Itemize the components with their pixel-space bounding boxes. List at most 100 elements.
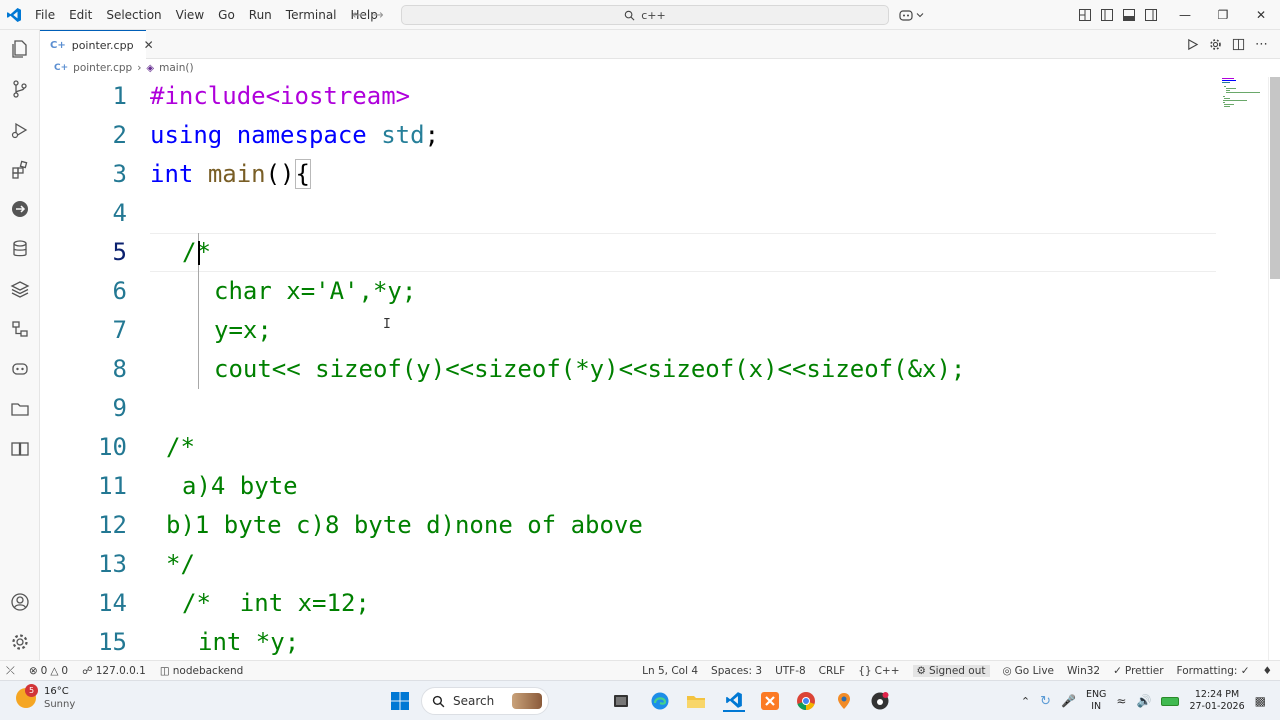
code-line[interactable]: 9 <box>40 389 1268 428</box>
code-line[interactable]: 13 */ <box>40 545 1268 584</box>
chevron-up-icon[interactable]: ⌃ <box>1021 695 1030 708</box>
xampp-icon[interactable] <box>759 690 781 712</box>
menu-terminal[interactable]: Terminal <box>279 0 344 30</box>
accounts-status[interactable]: ⚙ Signed out <box>912 665 990 677</box>
split-editor-icon[interactable] <box>1232 38 1245 51</box>
database-icon[interactable] <box>9 238 31 260</box>
line-number: 14 <box>98 589 127 617</box>
toggle-panel-icon[interactable] <box>1122 8 1136 22</box>
volume-icon[interactable]: 🔊 <box>1136 694 1151 708</box>
encoding[interactable]: UTF-8 <box>775 665 806 677</box>
breadcrumb-file[interactable]: pointer.cpp <box>73 62 132 74</box>
code-line[interactable]: 11 a)4 byte <box>40 467 1268 506</box>
source-control-icon[interactable] <box>9 78 31 100</box>
code-line[interactable]: 4 <box>40 194 1268 233</box>
code-line[interactable]: 15 int *y; <box>40 623 1268 660</box>
task-view-icon[interactable] <box>610 690 632 712</box>
customize-layout-icon[interactable] <box>1078 8 1092 22</box>
menu-run[interactable]: Run <box>242 0 279 30</box>
tab-close-icon[interactable]: ✕ <box>144 38 154 52</box>
vertical-scrollbar-thumb[interactable] <box>1270 77 1280 279</box>
gear-icon[interactable] <box>1209 38 1222 51</box>
weather-widget[interactable]: 5 16°C Sunny <box>16 684 75 711</box>
accounts-icon: ⚙ <box>916 665 926 677</box>
run-debug-icon[interactable] <box>9 119 31 141</box>
settings-gear-icon[interactable] <box>9 631 31 653</box>
github-desktop-icon[interactable] <box>869 690 891 712</box>
wifi-icon[interactable]: ≈ <box>1116 694 1126 708</box>
toggle-primary-sidebar-icon[interactable] <box>1100 8 1114 22</box>
copilot-button[interactable] <box>898 5 924 25</box>
database-connection[interactable]: ◫ nodebackend <box>160 665 243 677</box>
line-number: 11 <box>98 472 127 500</box>
vscode-taskbar-icon[interactable] <box>723 690 745 712</box>
run-code-icon[interactable] <box>1186 38 1199 51</box>
remote-indicator-icon[interactable]: ⤫ <box>6 664 15 678</box>
code-line[interactable]: 8 cout<< sizeof(y)<<sizeof(*y)<<sizeof(x)… <box>40 350 1268 389</box>
prettier-status[interactable]: ✓ Prettier <box>1113 665 1163 677</box>
menu-file[interactable]: File <box>28 0 62 30</box>
microphone-icon[interactable]: 🎤 <box>1061 694 1076 708</box>
menu-selection[interactable]: Selection <box>99 0 168 30</box>
code-line[interactable]: 10 /* <box>40 428 1268 467</box>
restore-icon[interactable]: ❐ <box>1204 8 1242 22</box>
remote-explorer-icon[interactable] <box>9 198 31 220</box>
close-icon[interactable]: ✕ <box>1242 8 1280 22</box>
taskbar-search[interactable]: Search <box>421 687 549 715</box>
code-line[interactable]: 5 /* <box>40 233 1268 272</box>
notifications-bell-icon[interactable]: ♦ <box>1263 665 1272 677</box>
map-pin-app-icon[interactable] <box>833 690 855 712</box>
code-line[interactable]: 1 #include<iostream> <box>40 77 1268 116</box>
menu-edit[interactable]: Edit <box>62 0 99 30</box>
folder-icon[interactable] <box>9 398 31 420</box>
edge-browser-icon[interactable] <box>649 690 671 712</box>
minimap[interactable] <box>1220 77 1268 117</box>
sync-icon[interactable]: ↻ <box>1040 694 1051 709</box>
end-of-line[interactable]: CRLF <box>819 665 846 677</box>
more-actions-icon[interactable]: ⋯ <box>1255 37 1268 52</box>
breadcrumb-symbol[interactable]: main() <box>159 62 193 74</box>
explorer-icon[interactable] <box>9 38 31 60</box>
back-arrow-icon[interactable]: ← <box>352 8 363 23</box>
clock[interactable]: 12:24 PM 27-01-2026 <box>1189 689 1244 713</box>
remote-host[interactable]: ☍ 127.0.0.1 <box>82 665 146 677</box>
code-line[interactable]: 12 b)1 byte c)8 byte d)none of above <box>40 506 1268 545</box>
menu-view[interactable]: View <box>169 0 211 30</box>
command-center[interactable]: c++ <box>401 5 889 25</box>
system-tray: ⌃ ↻ 🎤 ENG IN ≈ 🔊 12:24 PM 27-01-2026 ▩ <box>1021 681 1266 720</box>
forward-arrow-icon[interactable]: → <box>373 8 384 23</box>
input-language[interactable]: ENG IN <box>1086 689 1106 713</box>
cursor-position[interactable]: Ln 5, Col 4 <box>642 665 698 677</box>
search-icon <box>624 10 635 20</box>
menu-go[interactable]: Go <box>211 0 242 30</box>
code-line[interactable]: 7 y=x; <box>40 311 1268 350</box>
notification-center-icon[interactable]: ▩ <box>1255 694 1266 708</box>
go-live-button[interactable]: ◎ Go Live <box>1003 665 1055 677</box>
warning-icon: △ <box>50 665 59 677</box>
code-line[interactable]: 2 using namespace std; <box>40 116 1268 155</box>
windows-start-icon[interactable] <box>389 690 411 712</box>
toggle-secondary-sidebar-icon[interactable] <box>1144 8 1158 22</box>
formatting-status[interactable]: Formatting: ✓ <box>1177 665 1250 677</box>
layers-icon[interactable] <box>9 278 31 300</box>
platform[interactable]: Win32 <box>1067 665 1100 677</box>
indentation[interactable]: Spaces: 3 <box>711 665 762 677</box>
broadcast-icon: ◎ <box>1002 665 1012 677</box>
account-icon[interactable] <box>9 591 31 613</box>
extensions-icon[interactable] <box>9 159 31 181</box>
minimize-icon[interactable]: — <box>1166 8 1204 22</box>
language-mode[interactable]: {} C++ <box>858 665 899 677</box>
code-line[interactable]: 6 char x='A',*y; <box>40 272 1268 311</box>
code-line[interactable]: 3 int main(){ <box>40 155 1268 194</box>
tab-pointer-cpp[interactable]: C+ pointer.cpp ✕ <box>40 30 154 59</box>
copilot-chat-icon[interactable] <box>9 358 31 380</box>
chrome-icon[interactable] <box>795 690 817 712</box>
book-icon[interactable] <box>9 438 31 460</box>
code-text: /* <box>182 238 211 266</box>
code-editor[interactable]: 1 #include<iostream> 2 using namespace std;… <box>40 77 1268 660</box>
battery-icon[interactable] <box>1161 696 1180 706</box>
problems-indicator[interactable]: ⊗ 0 △ 0 <box>29 665 68 677</box>
hierarchy-icon[interactable] <box>9 318 31 340</box>
code-line[interactable]: 14 /* int x=12; <box>40 584 1268 623</box>
file-explorer-icon[interactable] <box>685 690 707 712</box>
